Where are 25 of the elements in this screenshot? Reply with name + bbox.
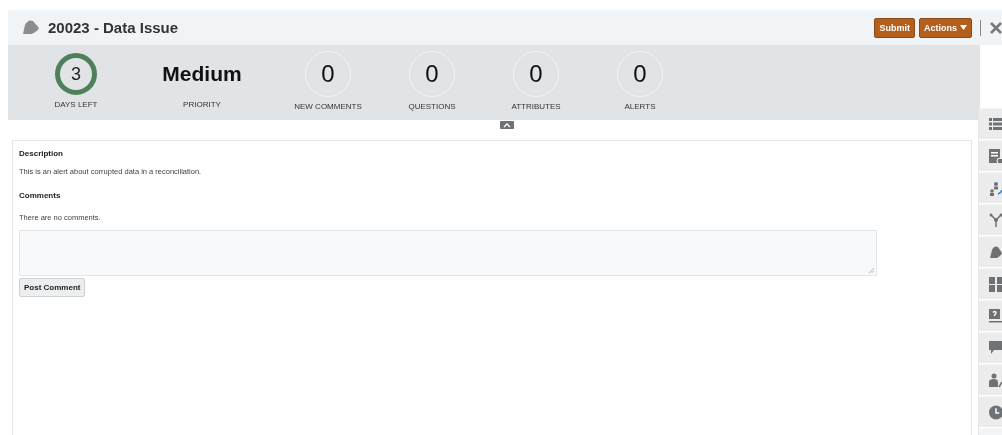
metric-label: DAYS LEFT [54,100,98,109]
people-icon [989,180,1002,196]
metric-label: ALERTS [624,102,656,111]
metric-label: NEW COMMENTS [294,102,362,111]
days-left-ring: 3 [55,53,97,95]
resize-grip-icon[interactable] [869,268,874,273]
comment-input-field[interactable] [19,230,877,276]
metric-label: ATTRIBUTES [511,102,561,111]
priority-value: Medium [162,61,242,87]
collapse-handle[interactable] [500,121,514,129]
metric-label: QUESTIONS [408,102,456,111]
chat-icon [989,341,1002,355]
actions-button[interactable]: Actions [919,17,972,38]
person-icon [989,372,1002,388]
metric-label: PRIORITY [183,100,221,109]
hierarchy-icon [989,212,1002,228]
window-title: 20023 - Data Issue [48,19,179,36]
post-comment-button[interactable]: Post Comment [19,278,86,297]
section-heading: Comments [19,191,62,200]
caret-icon [960,25,967,30]
list-icon [989,118,1002,130]
grid-icon [989,276,1002,292]
submit-button[interactable]: Submit [874,17,915,38]
close-icon[interactable] [990,21,1002,34]
section-heading: Description [19,149,64,158]
